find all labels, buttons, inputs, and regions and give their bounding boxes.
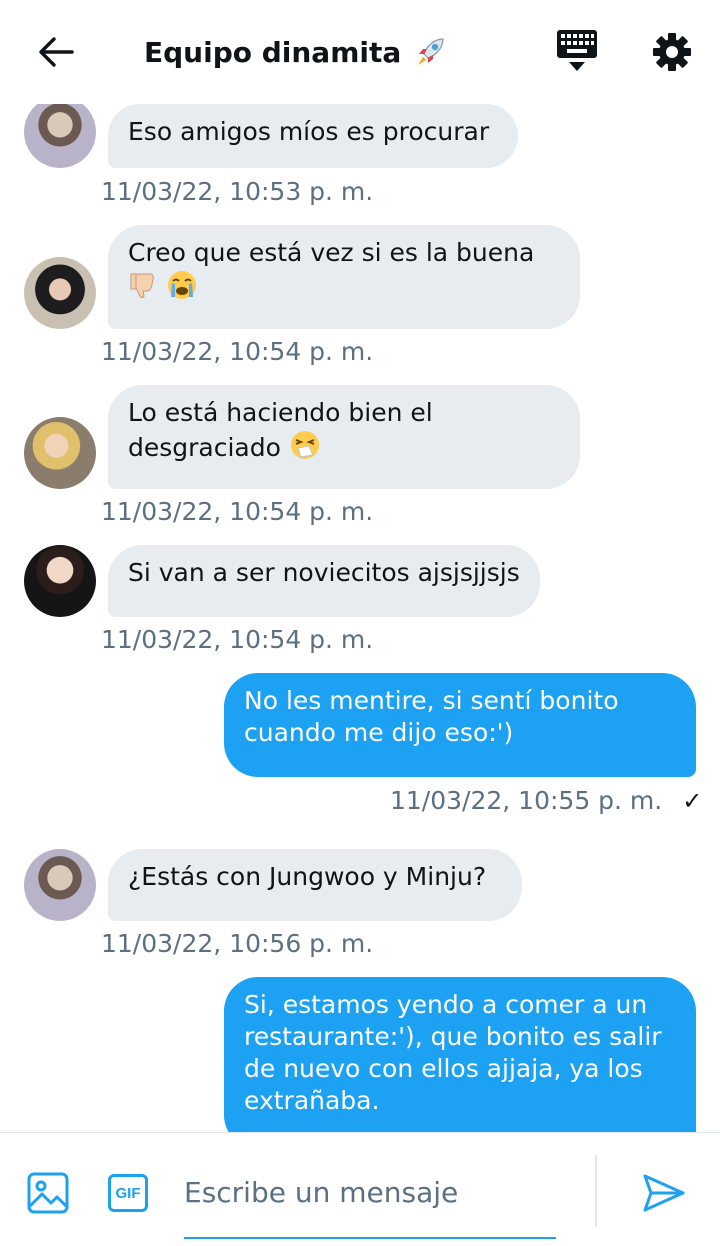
message-bubble[interactable]: ¿Estás con Jungwoo y Minju? [108,849,522,921]
settings-button[interactable] [644,26,700,78]
send-button[interactable] [638,1169,690,1217]
message-bubble[interactable]: No les mentire, si sentí bonito cuando m… [224,673,696,777]
message-text: ¿Estás con Jungwoo y Minju? [128,862,487,891]
message-bubble[interactable]: Lo está haciendo bien el desgraciado [108,385,580,489]
avatar[interactable] [24,545,96,617]
message-timestamp: 11/03/22, 10:54 p. m. [101,625,374,654]
gif-icon: GIF [108,1174,148,1212]
message-bubble[interactable]: Si, estamos yendo a comer a un restauran… [224,977,696,1132]
message-text: Lo está haciendo bien el desgraciado [128,398,433,462]
sneezing-face-icon [289,429,321,469]
divider [595,1155,597,1227]
conversation-title[interactable]: Equipo dinamita [144,30,447,74]
keyboard-button[interactable] [548,24,606,78]
message-timestamp: 11/03/22, 10:56 p. m. [101,929,374,958]
message-input-container [184,1161,556,1239]
message-text: Si van a ser noviecitos ajsjsjjsjs [128,558,520,587]
message-list[interactable]: Eso amigos míos es procurar 11/03/22, 10… [0,104,720,1132]
message-text: Si, estamos yendo a comer a un restauran… [244,990,662,1115]
message-timestamp: 11/03/22, 10:53 p. m. [101,177,374,206]
message-timestamp-row: 11/03/22, 10:55 p. m. ✓ [390,786,702,815]
message-composer: GIF [0,1132,720,1246]
avatar[interactable] [24,104,96,168]
message-text: Eso amigos míos es procurar [128,117,490,146]
message-bubble[interactable]: Creo que está vez si es la buena [108,225,580,329]
avatar[interactable] [24,257,96,329]
message-bubble[interactable]: Si van a ser noviecitos ajsjsjjsjs [108,545,540,617]
crying-face-icon [166,269,198,309]
message-text: Creo que está vez si es la buena [128,238,535,267]
message-text: No les mentire, si sentí bonito cuando m… [244,686,619,747]
send-icon [643,1174,685,1212]
rocket-icon [413,35,447,69]
gif-label: GIF [115,1184,141,1202]
message-bubble[interactable]: Eso amigos míos es procurar [108,104,518,168]
add-image-button[interactable] [24,1169,72,1217]
back-button[interactable] [30,28,82,76]
gear-icon [653,33,691,71]
avatar[interactable] [24,417,96,489]
thumbs-down-icon [128,270,158,308]
check-icon: ✓ [682,787,703,815]
keyboard-icon [557,30,597,71]
message-timestamp: 11/03/22, 10:54 p. m. [101,497,374,526]
chat-header: Equipo dinamita [0,0,720,104]
conversation-name: Equipo dinamita [144,35,402,69]
message-timestamp: 11/03/22, 10:55 p. m. [390,786,663,815]
avatar[interactable] [24,849,96,921]
arrow-left-icon [39,37,74,67]
image-icon [27,1172,69,1214]
add-gif-button[interactable]: GIF [104,1169,152,1217]
message-timestamp: 11/03/22, 10:54 p. m. [101,337,374,366]
message-input[interactable] [184,1161,556,1223]
